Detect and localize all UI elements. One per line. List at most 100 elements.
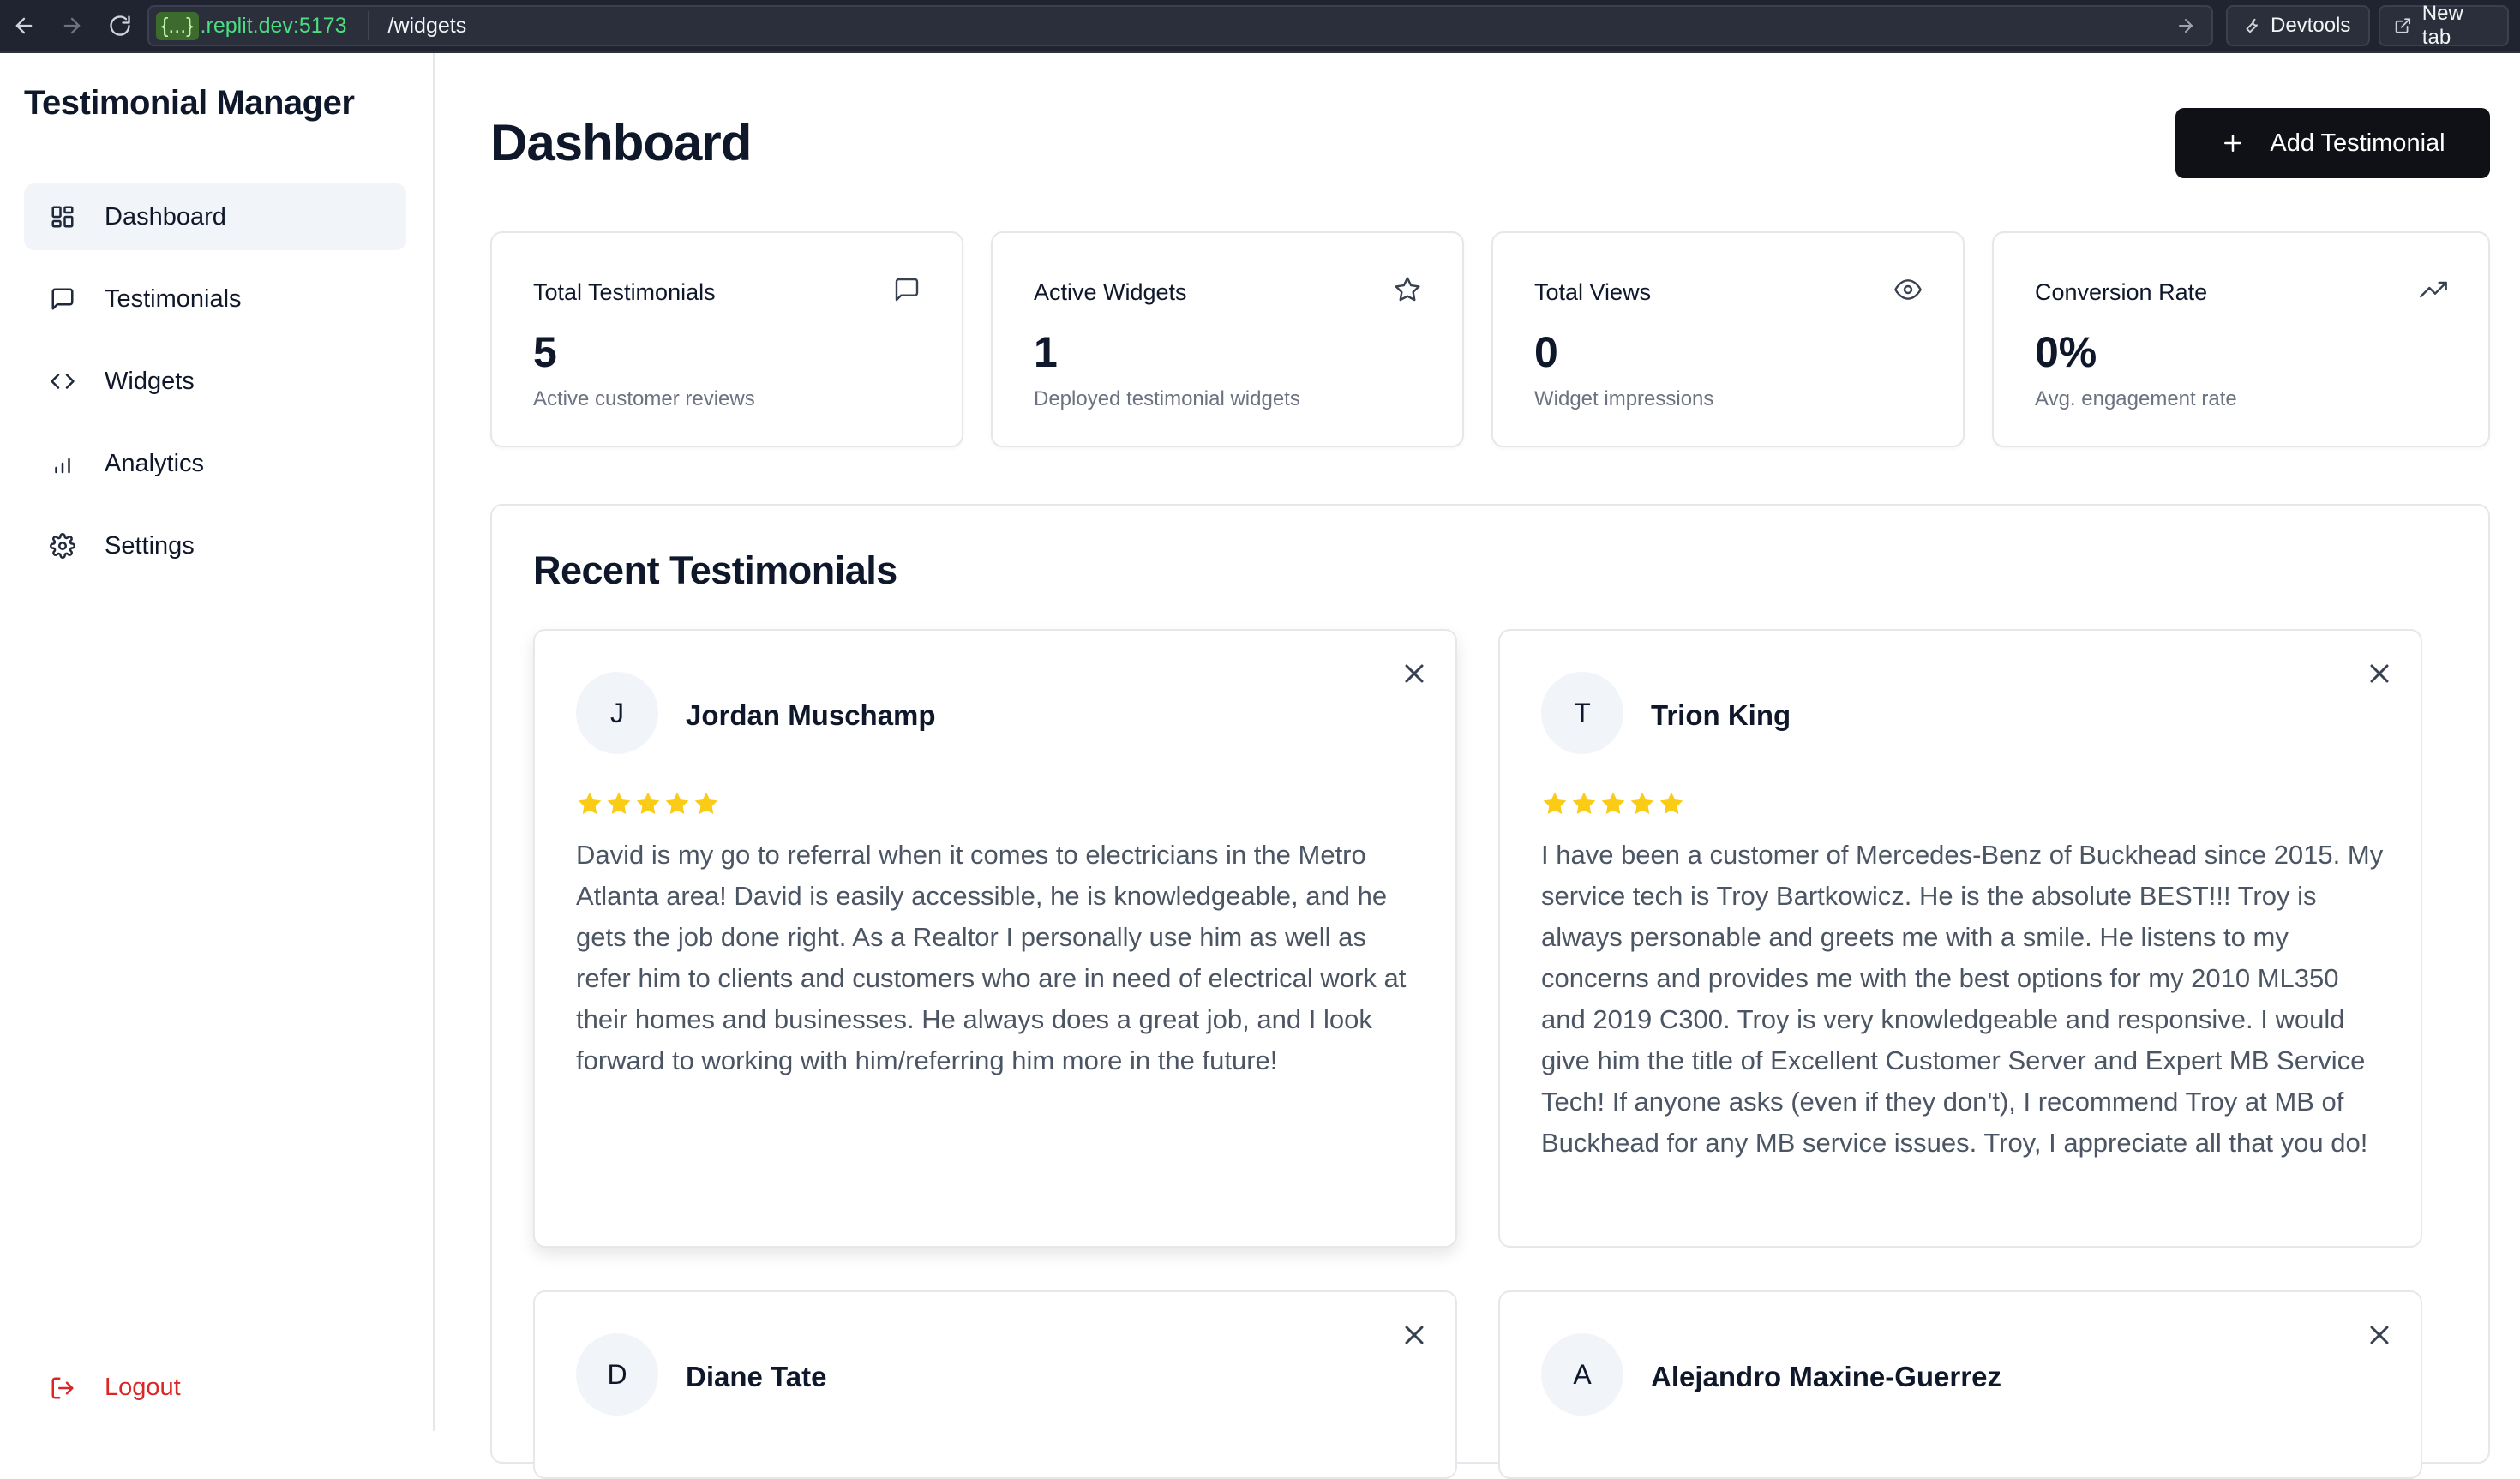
rating-stars	[1541, 790, 1685, 817]
star-icon	[1629, 790, 1656, 817]
star-icon	[576, 790, 603, 817]
new-tab-label: New tab	[2421, 2, 2463, 49]
stat-title: Conversion Rate	[2035, 279, 2208, 305]
close-icon	[1405, 664, 1424, 683]
sidebar-item-label: Settings	[105, 531, 195, 560]
bar-chart-icon	[50, 451, 75, 476]
stat-subtitle: Widget impressions	[1534, 387, 1714, 410]
address-bar[interactable]: {...} .replit.dev:5173 /widgets	[147, 5, 2213, 46]
sidebar: Testimonial Manager Dashboard Testimonia…	[0, 53, 435, 1431]
sidebar-item-label: Dashboard	[105, 202, 226, 231]
go-arrow-icon[interactable]	[2175, 15, 2196, 36]
app-title: Testimonial Manager	[24, 84, 355, 122]
url-host-text: .replit.dev:5173	[200, 13, 347, 38]
close-icon	[2370, 1326, 2389, 1344]
testimonial-card[interactable]: J Jordan Muschamp David is my go to refe…	[533, 629, 1457, 1248]
forward-button[interactable]	[48, 0, 96, 52]
delete-testimonial-button[interactable]	[2364, 1320, 2395, 1350]
avatar: A	[1541, 1333, 1623, 1416]
plus-icon	[2224, 135, 2242, 152]
code-icon	[50, 368, 75, 394]
stat-subtitle: Deployed testimonial widgets	[1034, 387, 1300, 410]
main-content: Dashboard Add Testimonial Total Testimon…	[436, 53, 2520, 1479]
eye-icon	[1893, 276, 1923, 303]
url-path: /widgets	[387, 13, 467, 38]
delete-testimonial-button[interactable]	[1399, 658, 1430, 689]
add-testimonial-label: Add Testimonial	[2270, 129, 2445, 157]
arrow-right-icon	[63, 17, 81, 34]
testimonial-card[interactable]: D Diane Tate	[533, 1290, 1457, 1479]
star-icon	[605, 790, 633, 817]
arrow-left-icon	[15, 17, 33, 34]
sidebar-item-label: Analytics	[105, 449, 205, 477]
reload-button[interactable]	[96, 0, 144, 52]
stat-value: 0	[1534, 328, 1558, 376]
stat-card-total-testimonials: Total Testimonials 5 Active customer rev…	[490, 231, 963, 447]
gear-icon	[50, 533, 75, 559]
rating-stars	[576, 790, 720, 817]
devtools-label: Devtools	[2271, 14, 2351, 37]
new-tab-button[interactable]: New tab	[2379, 2, 2509, 49]
star-icon	[663, 790, 691, 817]
stat-value: 1	[1034, 328, 1058, 376]
logout-label: Logout	[105, 1374, 181, 1401]
sidebar-item-analytics[interactable]: Analytics	[24, 430, 406, 497]
wrench-icon	[2246, 18, 2258, 33]
testimonial-card[interactable]: A Alejandro Maxine-Guerrez	[1498, 1290, 2422, 1479]
stat-title: Total Views	[1534, 279, 1652, 305]
star-icon	[693, 790, 720, 817]
sidebar-item-dashboard[interactable]: Dashboard	[24, 183, 406, 250]
back-button[interactable]	[0, 0, 48, 52]
testimonial-author: Jordan Muschamp	[686, 699, 936, 731]
recent-testimonials-panel: Recent Testimonials J Jordan Muschamp Da…	[490, 504, 2490, 1479]
delete-testimonial-button[interactable]	[2364, 658, 2395, 689]
stat-value: 0%	[2035, 328, 2097, 376]
star-icon	[634, 790, 662, 817]
stat-card-total-views: Total Views 0 Widget impressions	[1491, 231, 1965, 447]
add-testimonial-button[interactable]: Add Testimonial	[2175, 108, 2490, 178]
testimonial-text: I have been a customer of Mercedes-Benz …	[1541, 840, 2384, 1158]
testimonial-author: Alejandro Maxine-Guerrez	[1651, 1361, 2001, 1392]
star-icon	[1394, 276, 1421, 303]
testimonial-card[interactable]: T Trion King I have been a customer of M…	[1498, 629, 2422, 1248]
dashboard-grid-icon	[50, 204, 75, 230]
star-icon	[1570, 790, 1598, 817]
sidebar-nav: Dashboard Testimonials Widgets Analytics…	[24, 183, 406, 595]
stat-title: Active Widgets	[1034, 279, 1187, 305]
testimonial-author: Diane Tate	[686, 1361, 827, 1392]
url-token: {...}	[156, 11, 199, 40]
stat-subtitle: Avg. engagement rate	[2035, 387, 2237, 410]
logout-icon	[51, 1377, 74, 1398]
sidebar-item-settings[interactable]: Settings	[24, 512, 406, 579]
stat-card-conversion-rate: Conversion Rate 0% Avg. engagement rate	[1992, 231, 2490, 447]
close-icon	[1405, 1326, 1424, 1344]
url-host: {...} .replit.dev:5173	[156, 11, 347, 40]
close-icon	[2370, 664, 2389, 683]
message-square-icon	[893, 276, 921, 303]
delete-testimonial-button[interactable]	[1399, 1320, 1430, 1350]
testimonial-author: Trion King	[1651, 699, 1791, 731]
sidebar-item-testimonials[interactable]: Testimonials	[24, 266, 406, 332]
stats-row: Total Testimonials 5 Active customer rev…	[490, 231, 2490, 447]
message-square-icon	[50, 286, 75, 312]
recent-testimonials-title: Recent Testimonials	[533, 548, 897, 592]
testimonial-text: David is my go to referral when it comes…	[576, 840, 1407, 1075]
external-link-icon	[2395, 18, 2411, 33]
stat-title: Total Testimonials	[533, 279, 716, 305]
logout-button[interactable]: Logout	[50, 1374, 181, 1402]
sidebar-item-label: Testimonials	[105, 284, 242, 313]
page-title: Dashboard	[490, 114, 752, 171]
sidebar-item-label: Widgets	[105, 367, 195, 395]
stat-subtitle: Active customer reviews	[533, 387, 755, 410]
stat-value: 5	[533, 328, 557, 376]
star-icon	[1599, 790, 1627, 817]
reload-icon	[110, 15, 130, 36]
browser-toolbar: {...} .replit.dev:5173 /widgets Devtools…	[0, 0, 2520, 53]
devtools-button[interactable]: Devtools	[2226, 5, 2370, 46]
sidebar-item-widgets[interactable]: Widgets	[24, 348, 406, 415]
url-divider	[367, 11, 369, 40]
avatar: J	[576, 672, 658, 754]
avatar: T	[1541, 672, 1623, 754]
star-icon	[1658, 790, 1685, 817]
stat-card-active-widgets: Active Widgets 1 Deployed testimonial wi…	[991, 231, 1464, 447]
